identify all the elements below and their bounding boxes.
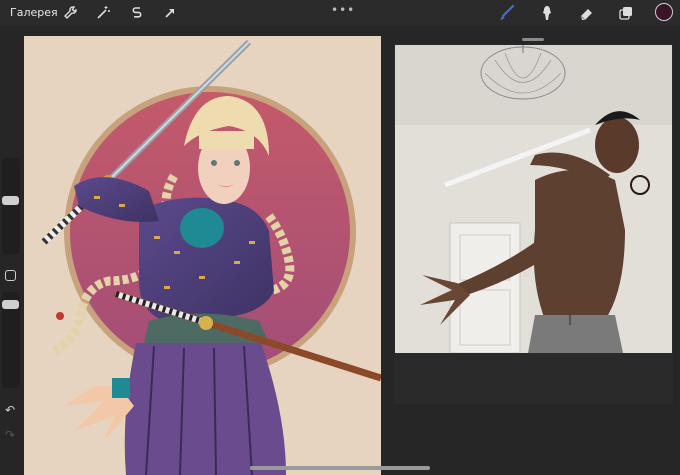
reference-panel-handle[interactable] [522,38,544,41]
magic-wand-icon[interactable] [94,4,112,22]
brush-icon[interactable] [498,4,516,22]
selection-s-icon[interactable] [128,4,146,22]
transform-arrow-icon[interactable] [161,4,179,22]
opacity-thumb[interactable] [2,300,19,309]
modify-button[interactable] [5,270,16,281]
redo-icon[interactable]: ↷ [5,428,15,442]
undo-icon[interactable]: ↶ [5,403,15,417]
home-indicator [250,466,430,470]
layers-icon[interactable] [617,4,635,22]
brush-size-thumb[interactable] [2,196,19,205]
drawing-canvas[interactable] [24,36,381,475]
top-toolbar: Галерея ••• [0,0,680,26]
reference-photo [395,45,672,353]
samurai-illustration [24,36,381,475]
eraser-icon[interactable] [578,4,596,22]
wrench-icon[interactable] [61,4,79,22]
more-options-icon[interactable]: ••• [331,3,355,17]
brush-size-slider[interactable] [2,158,20,254]
color-picker-button[interactable] [655,3,673,21]
smudge-icon[interactable] [538,4,556,22]
reference-image [395,45,672,353]
left-sidebar: ↶ ↷ [0,0,22,475]
